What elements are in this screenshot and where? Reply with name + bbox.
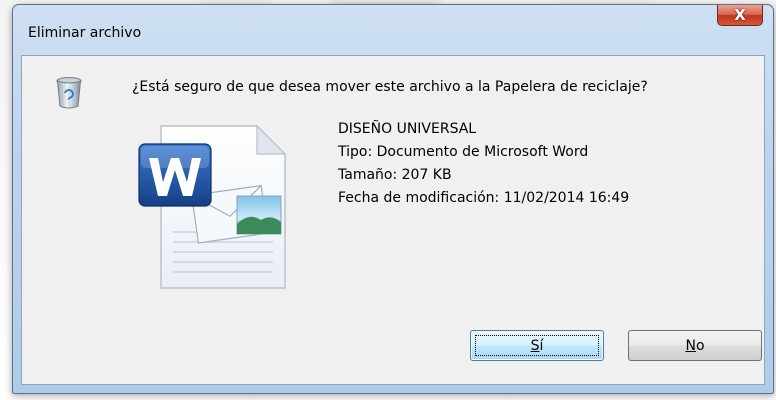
word-document-icon	[138, 124, 287, 289]
confirmation-question: ¿Está seguro de que desea mover este arc…	[132, 79, 648, 95]
title-bar[interactable]: Eliminar archivo X	[13, 5, 773, 55]
file-details: DISEÑO UNIVERSAL Tipo: Documento de Micr…	[338, 118, 629, 210]
focus-rectangle	[475, 335, 599, 356]
yes-button[interactable]: Sí	[470, 330, 604, 361]
delete-file-dialog: Eliminar archivo X ¿Está seguro de que d…	[12, 4, 774, 394]
dialog-content: ¿Está seguro de que desea mover este arc…	[21, 55, 765, 385]
no-button[interactable]: No	[628, 330, 762, 361]
file-size: Tamaño: 207 KB	[338, 167, 452, 183]
no-label-rest: o	[695, 337, 705, 354]
file-type: Tipo: Documento de Microsoft Word	[338, 144, 589, 160]
recycle-bin-icon	[56, 77, 82, 109]
no-mnemonic: N	[685, 337, 696, 354]
file-modified-date: Fecha de modificación: 11/02/2014 16:49	[338, 190, 630, 206]
file-name: DISEÑO UNIVERSAL	[338, 121, 477, 137]
close-icon: X	[734, 6, 746, 24]
dialog-title: Eliminar archivo	[28, 25, 142, 41]
close-button[interactable]: X	[717, 5, 763, 26]
